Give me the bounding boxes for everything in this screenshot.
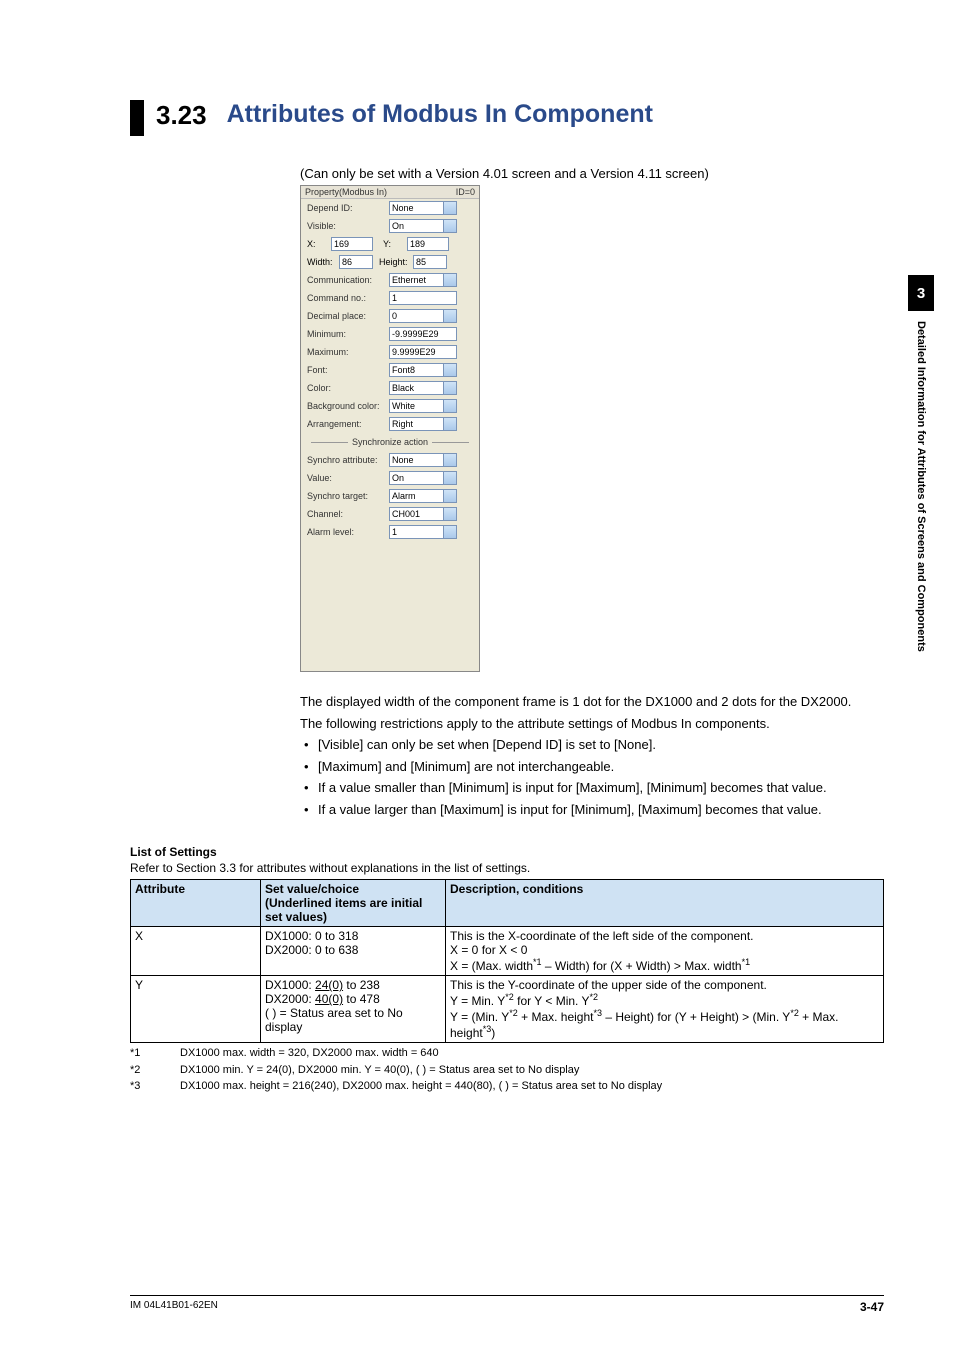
version-note: (Can only be set with a Version 4.01 scr… (300, 166, 884, 181)
table-row: X DX1000: 0 to 318 DX2000: 0 to 638 This… (131, 927, 884, 976)
alarmlevel-label: Alarm level: (307, 527, 389, 537)
width-label: Width: (307, 257, 339, 267)
syncattr-label: Synchro attribute: (307, 455, 389, 465)
cell-val: DX1000: 0 to 318 DX2000: 0 to 638 (261, 927, 446, 976)
commandno-label: Command no.: (307, 293, 389, 303)
footnote-key: *3 (130, 1078, 180, 1095)
cell-val: DX1000: 24(0) to 238 DX2000: 40(0) to 47… (261, 976, 446, 1043)
minimum-label: Minimum: (307, 329, 389, 339)
chevron-down-icon (448, 205, 454, 209)
channel-label: Channel: (307, 509, 389, 519)
panel-title: Property(Modbus In) (305, 187, 387, 197)
minimum-input[interactable]: -9.9999E29 (389, 327, 457, 341)
syncattr-select[interactable]: None (389, 453, 457, 467)
side-tab: 3 Detailed Information for Attributes of… (908, 275, 934, 652)
body-p1: The displayed width of the component fra… (300, 692, 884, 712)
footnote-key: *1 (130, 1045, 180, 1062)
list-item: [Maximum] and [Minimum] are not intercha… (300, 757, 884, 777)
chevron-down-icon (448, 277, 454, 281)
chevron-down-icon (448, 313, 454, 317)
chevron-down-icon (448, 403, 454, 407)
x-input[interactable]: 169 (331, 237, 373, 251)
footnote-text: DX1000 max. width = 320, DX2000 max. wid… (180, 1045, 439, 1062)
list-item: If a value smaller than [Minimum] is inp… (300, 778, 884, 798)
chevron-down-icon (448, 475, 454, 479)
cell-attr: X (131, 927, 261, 976)
value-select[interactable]: On (389, 471, 457, 485)
chevron-down-icon (448, 421, 454, 425)
chapter-number-badge: 3 (908, 275, 934, 311)
chevron-down-icon (448, 385, 454, 389)
body-p2: The following restrictions apply to the … (300, 714, 884, 734)
y-input[interactable]: 189 (407, 237, 449, 251)
maximum-input[interactable]: 9.9999E29 (389, 345, 457, 359)
list-of-settings-sub: Refer to Section 3.3 for attributes with… (130, 861, 884, 875)
x-label: X: (307, 239, 331, 249)
property-panel: Property(Modbus In) ID=0 Depend ID: None… (300, 185, 480, 672)
cell-desc: This is the X-coordinate of the left sid… (446, 927, 884, 976)
chevron-down-icon (448, 223, 454, 227)
th-attribute: Attribute (131, 880, 261, 927)
visible-select[interactable]: On (389, 219, 457, 233)
chevron-down-icon (448, 367, 454, 371)
channel-select[interactable]: CH001 (389, 507, 457, 521)
color-select[interactable]: Black (389, 381, 457, 395)
communication-select[interactable]: Ethernet (389, 273, 457, 287)
bgcolor-select[interactable]: White (389, 399, 457, 413)
section-title: Attributes of Modbus In Component (227, 100, 653, 129)
footnote-text: DX1000 min. Y = 24(0), DX2000 min. Y = 4… (180, 1062, 579, 1079)
footnotes: *1DX1000 max. width = 320, DX2000 max. w… (130, 1045, 884, 1095)
sync-divider: Synchronize action (301, 433, 479, 451)
body-text: The displayed width of the component fra… (300, 692, 884, 733)
page-footer: IM 04L41B01-62EN 3-47 (130, 1295, 884, 1314)
color-label: Color: (307, 383, 389, 393)
chevron-down-icon (448, 529, 454, 533)
depend-id-select[interactable]: None (389, 201, 457, 215)
table-row: Y DX1000: 24(0) to 238 DX2000: 40(0) to … (131, 976, 884, 1043)
title-accent-bar (130, 100, 144, 136)
list-item: [Visible] can only be set when [Depend I… (300, 735, 884, 755)
footnote-text: DX1000 max. height = 216(240), DX2000 ma… (180, 1078, 662, 1095)
alarmlevel-select[interactable]: 1 (389, 525, 457, 539)
depend-id-label: Depend ID: (307, 203, 389, 213)
chevron-down-icon (448, 511, 454, 515)
font-label: Font: (307, 365, 389, 375)
arrangement-label: Arrangement: (307, 419, 389, 429)
list-item: If a value larger than [Maximum] is inpu… (300, 800, 884, 820)
chevron-down-icon (448, 457, 454, 461)
panel-id: ID=0 (456, 187, 475, 197)
th-description: Description, conditions (446, 880, 884, 927)
section-number: 3.23 (156, 100, 207, 131)
doc-id: IM 04L41B01-62EN (130, 1300, 218, 1314)
footnote-key: *2 (130, 1062, 180, 1079)
synctarget-label: Synchro target: (307, 491, 389, 501)
cell-attr: Y (131, 976, 261, 1043)
decimalplace-select[interactable]: 0 (389, 309, 457, 323)
bgcolor-label: Background color: (307, 401, 389, 411)
communication-label: Communication: (307, 275, 389, 285)
maximum-label: Maximum: (307, 347, 389, 357)
th-value: Set value/choice (Underlined items are i… (261, 880, 446, 927)
restrictions-list: [Visible] can only be set when [Depend I… (300, 735, 884, 819)
page-number: 3-47 (860, 1300, 884, 1314)
list-of-settings-heading: List of Settings (130, 845, 884, 859)
font-select[interactable]: Font8 (389, 363, 457, 377)
cell-desc: This is the Y-coordinate of the upper si… (446, 976, 884, 1043)
visible-label: Visible: (307, 221, 389, 231)
value-label: Value: (307, 473, 389, 483)
property-panel-titlebar: Property(Modbus In) ID=0 (301, 186, 479, 199)
chevron-down-icon (448, 493, 454, 497)
height-input[interactable]: 85 (413, 255, 447, 269)
arrangement-select[interactable]: Right (389, 417, 457, 431)
commandno-input[interactable]: 1 (389, 291, 457, 305)
decimalplace-label: Decimal place: (307, 311, 389, 321)
settings-table: Attribute Set value/choice (Underlined i… (130, 879, 884, 1043)
section-title-block: 3.23 Attributes of Modbus In Component (130, 100, 884, 136)
height-label: Height: (379, 257, 413, 267)
y-label: Y: (383, 239, 407, 249)
synctarget-select[interactable]: Alarm (389, 489, 457, 503)
width-input[interactable]: 86 (339, 255, 373, 269)
chapter-label: Detailed Information for Attributes of S… (915, 321, 927, 652)
